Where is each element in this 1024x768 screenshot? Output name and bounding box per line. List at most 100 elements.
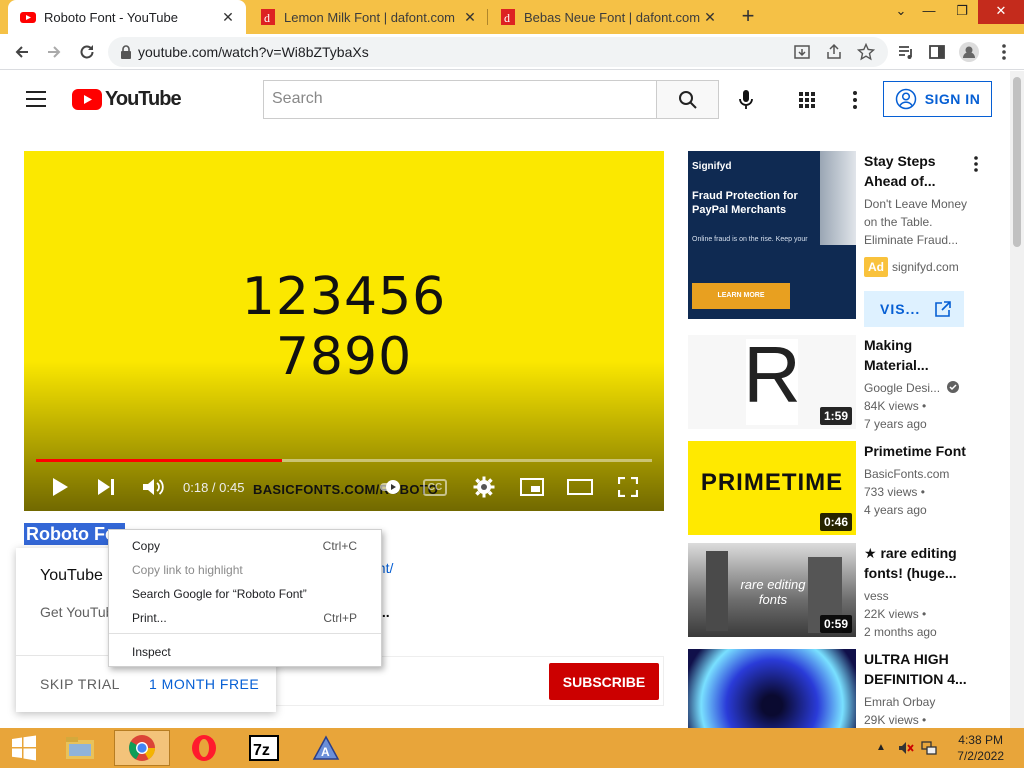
- triangle-app-icon: A: [312, 735, 340, 760]
- video-title[interactable]: Making Material...: [864, 335, 964, 375]
- install-app-button[interactable]: [790, 40, 814, 64]
- volume-button[interactable]: [139, 473, 167, 501]
- one-month-free-button[interactable]: 1 MONTH FREE: [149, 676, 259, 692]
- network-icon[interactable]: [921, 740, 937, 756]
- video-views: 733 views •: [864, 485, 925, 499]
- skip-trial-button[interactable]: SKIP TRIAL: [40, 676, 120, 692]
- channel-name[interactable]: vess: [864, 587, 889, 605]
- progress-bar[interactable]: [36, 459, 652, 462]
- taskbar-app[interactable]: A: [298, 730, 354, 766]
- miniplayer-button[interactable]: [518, 473, 546, 501]
- sidebar-video[interactable]: rare editing fonts 0:59 ★ rare editing f…: [688, 543, 988, 643]
- ad-badge: Ad: [864, 257, 888, 277]
- video-title[interactable]: ★ rare editing fonts! (huge...: [864, 543, 974, 583]
- taskbar-opera[interactable]: [176, 730, 232, 766]
- new-tab-button[interactable]: +: [736, 5, 760, 29]
- settings-kebab-icon[interactable]: [845, 88, 865, 112]
- start-button[interactable]: [0, 730, 48, 766]
- visit-label: VIS...: [880, 301, 921, 317]
- play-button[interactable]: [46, 473, 74, 501]
- windows-taskbar: 7z A ▲ 4:38 PM 7/2/2022: [0, 728, 1024, 768]
- restore-button[interactable]: ❐: [945, 0, 979, 24]
- video-duration: 0:46: [819, 513, 852, 531]
- url-text: youtube.com/watch?v=Wi8bZTybaXs: [138, 44, 369, 60]
- video-player[interactable]: 123456 7890 0:18 / 0:45 BASICFONTS.COM/R…: [24, 151, 664, 511]
- search-input[interactable]: Search: [263, 80, 656, 119]
- side-panel-button[interactable]: [925, 40, 949, 64]
- system-clock[interactable]: 4:38 PM 7/2/2022: [957, 732, 1004, 764]
- hamburger-menu-icon[interactable]: [24, 89, 48, 109]
- taskbar-chrome[interactable]: [114, 730, 170, 766]
- tab-close-icon[interactable]: ✕: [700, 9, 720, 26]
- visit-site-button[interactable]: VIS...: [864, 291, 964, 327]
- forward-button[interactable]: [42, 40, 66, 64]
- video-duration: 0:59: [819, 615, 852, 633]
- ad-options-icon[interactable]: [972, 155, 980, 173]
- svg-text:A: A: [321, 745, 330, 759]
- media-control-button[interactable]: [894, 40, 918, 64]
- tab-close-icon[interactable]: ✕: [218, 9, 238, 26]
- chrome-icon: [129, 735, 156, 761]
- menu-item-label: Inspect: [132, 645, 171, 659]
- tab-lemon-milk[interactable]: d Lemon Milk Font | dafont.com ✕: [248, 0, 488, 34]
- youtube-logo[interactable]: YouTube: [72, 87, 182, 111]
- page-scrollbar[interactable]: [1010, 71, 1024, 728]
- arrow-left-icon: [15, 46, 28, 58]
- video-title[interactable]: Primetime Font: [864, 441, 974, 461]
- bookmark-button[interactable]: [854, 40, 878, 64]
- account-circle-icon: [895, 88, 916, 110]
- menu-item-inspect[interactable]: Inspect: [109, 641, 381, 663]
- close-window-button[interactable]: ✕: [978, 0, 1024, 24]
- menu-item-shortcut: Ctrl+C: [322, 539, 357, 553]
- sign-in-button[interactable]: SIGN IN: [883, 81, 992, 117]
- volume-muted-icon[interactable]: [898, 740, 914, 756]
- taskbar-file-explorer[interactable]: [52, 730, 108, 766]
- tab-close-icon[interactable]: ✕: [460, 9, 480, 26]
- subtitles-button[interactable]: CC: [422, 473, 448, 501]
- menu-item-search-google[interactable]: Search Google for “Roboto Font”: [109, 583, 381, 605]
- address-bar[interactable]: youtube.com/watch?v=Wi8bZTybaXs: [108, 37, 888, 67]
- channel-name[interactable]: Emrah Orbay: [864, 693, 935, 711]
- subscribe-button[interactable]: SUBSCRIBE: [549, 663, 659, 700]
- video-thumbnail[interactable]: [688, 649, 856, 728]
- video-thumbnail[interactable]: PRIMETIME 0:46: [688, 441, 856, 535]
- svg-text:7z: 7z: [253, 742, 270, 759]
- apps-grid-icon[interactable]: [795, 88, 819, 112]
- search-button[interactable]: [656, 80, 719, 119]
- sidebar-video[interactable]: R 1:59 Making Material... Google Desi...…: [688, 335, 988, 435]
- autoplay-toggle[interactable]: [379, 473, 403, 501]
- channel-row[interactable]: Google Desi...: [864, 379, 960, 397]
- sidebar-ad[interactable]: Signifyd Fraud Protection for PayPal Mer…: [688, 151, 988, 331]
- video-title[interactable]: ULTRA HIGH DEFINITION 4...: [864, 649, 974, 689]
- thumbnail-text: PRIMETIME: [700, 469, 844, 496]
- chrome-menu-button[interactable]: [992, 40, 1016, 64]
- voice-search-button[interactable]: [730, 84, 762, 116]
- minimize-button[interactable]: —: [912, 0, 946, 24]
- theater-mode-button[interactable]: [566, 473, 594, 501]
- ad-thumbnail[interactable]: Signifyd Fraud Protection for PayPal Mer…: [688, 151, 856, 245]
- channel-name[interactable]: BasicFonts.com: [864, 465, 949, 483]
- tab-roboto-youtube[interactable]: Roboto Font - YouTube ✕: [8, 0, 246, 34]
- video-thumbnail[interactable]: R 1:59: [688, 335, 856, 429]
- ad-title[interactable]: Stay Steps Ahead of...: [864, 151, 964, 191]
- cc-icon: CC: [423, 478, 447, 496]
- scrollbar-thumb[interactable]: [1013, 77, 1021, 247]
- sidebar-video[interactable]: PRIMETIME 0:46 Primetime Font BasicFonts…: [688, 441, 988, 541]
- back-button[interactable]: [10, 40, 34, 64]
- fullscreen-button[interactable]: [614, 473, 642, 501]
- reload-button[interactable]: [75, 40, 99, 64]
- profile-button[interactable]: [957, 40, 981, 64]
- tab-bebas-neue[interactable]: d Bebas Neue Font | dafont.com ✕: [488, 0, 728, 34]
- menu-item-print[interactable]: Print... Ctrl+P: [109, 607, 381, 629]
- settings-button[interactable]: [470, 473, 498, 501]
- tray-overflow-icon[interactable]: ▲: [876, 740, 892, 756]
- progress-bar-played: [36, 459, 283, 462]
- next-button[interactable]: [92, 473, 120, 501]
- skip-next-icon: [98, 479, 114, 495]
- menu-item-copy[interactable]: Copy Ctrl+C: [109, 535, 381, 557]
- share-button[interactable]: [822, 40, 846, 64]
- taskbar-7zip[interactable]: 7z: [236, 730, 292, 766]
- arrow-right-icon: [48, 46, 61, 58]
- sidebar-video[interactable]: ULTRA HIGH DEFINITION 4... Emrah Orbay 2…: [688, 649, 988, 728]
- video-thumbnail[interactable]: rare editing fonts 0:59: [688, 543, 856, 637]
